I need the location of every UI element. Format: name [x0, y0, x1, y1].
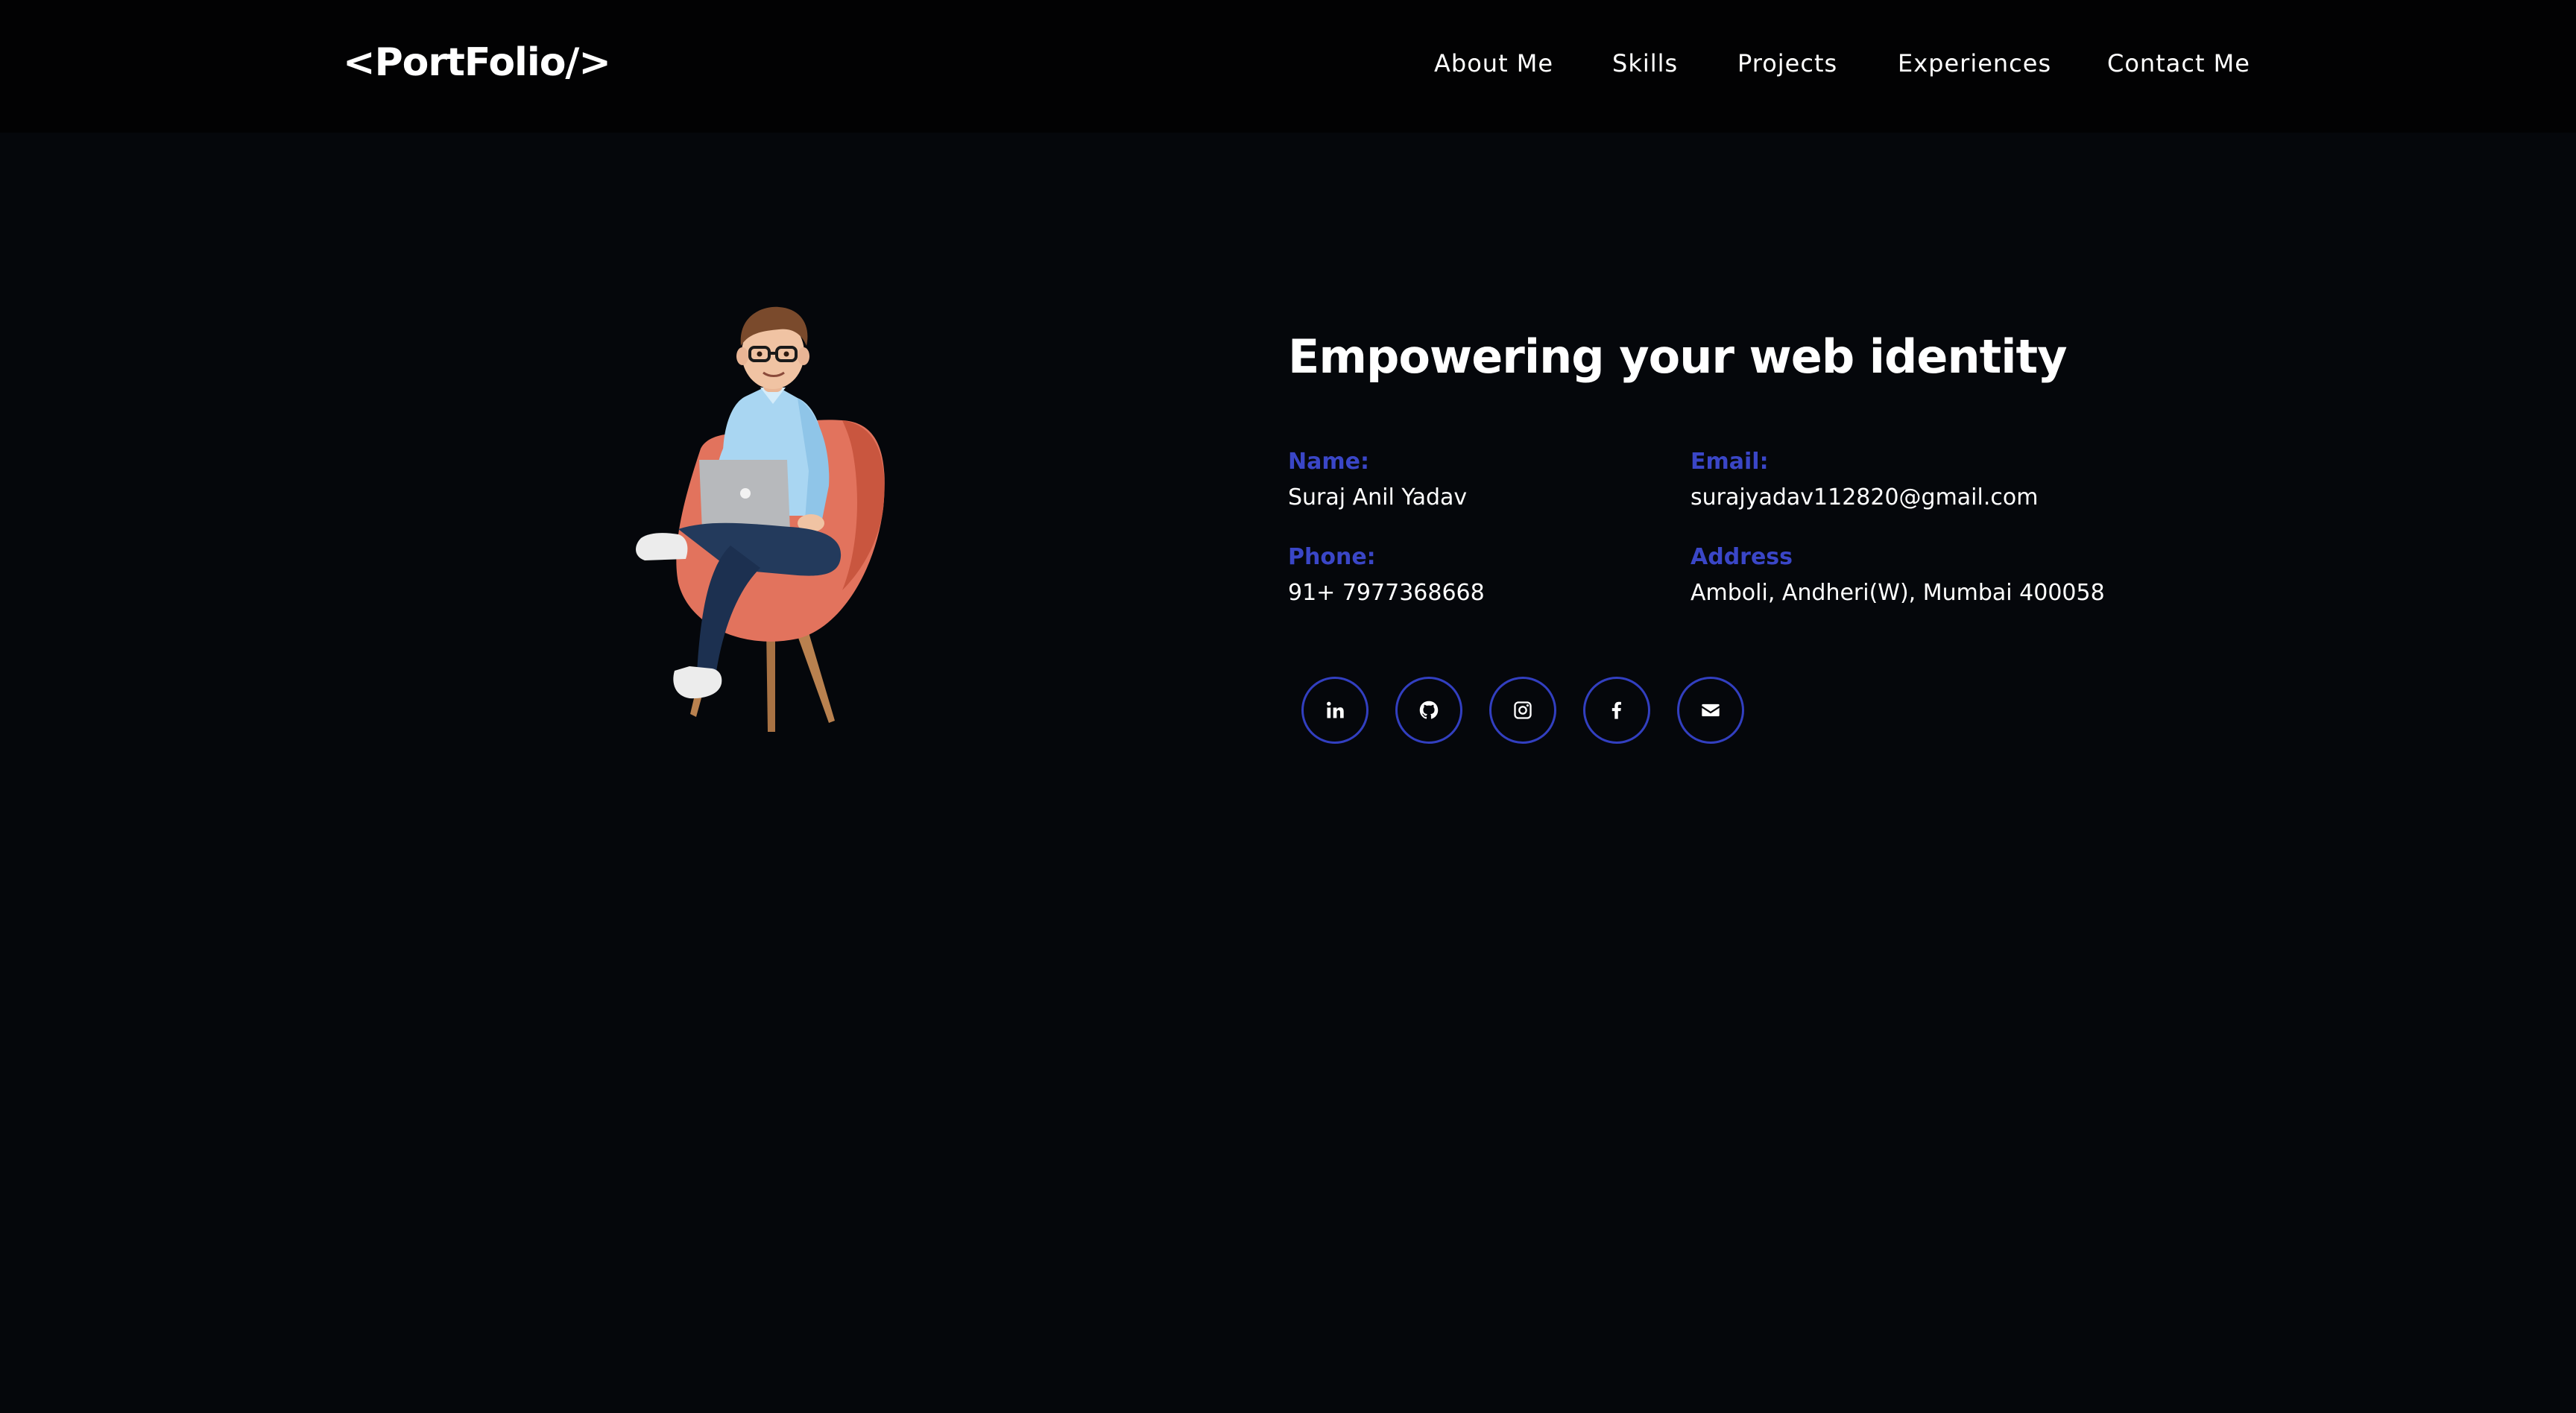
name-label: Name:: [1288, 449, 1369, 475]
logo[interactable]: <PortFolio/>: [343, 40, 611, 85]
facebook-button[interactable]: [1583, 677, 1650, 744]
name-value: Suraj Anil Yadav: [1288, 484, 1468, 510]
facebook-icon: [1611, 701, 1621, 719]
contact-section: [0, 133, 2576, 1413]
github-icon: [1419, 701, 1439, 719]
person-in-chair-illustration: [636, 306, 885, 732]
instagram-icon: [1514, 701, 1532, 719]
email-value[interactable]: surajyadav112820@gmail.com: [1690, 484, 2038, 510]
address-label: Address: [1690, 544, 1793, 570]
nav-about-me[interactable]: About Me: [1434, 49, 1553, 78]
instagram-button[interactable]: [1489, 677, 1556, 744]
github-button[interactable]: [1395, 677, 1462, 744]
nav-experiences[interactable]: Experiences: [1898, 49, 2051, 78]
phone-label: Phone:: [1288, 544, 1376, 570]
mail-icon: [1702, 704, 1720, 717]
avatar-illustration: [619, 300, 917, 747]
phone-value[interactable]: 91+ 7977368668: [1288, 580, 1485, 606]
linkedin-icon: [1327, 701, 1344, 718]
nav-contact-me[interactable]: Contact Me: [2107, 49, 2250, 78]
mail-button[interactable]: [1677, 677, 1744, 744]
contact-headline: Empowering your web identity: [1288, 329, 2068, 384]
nav-projects[interactable]: Projects: [1737, 49, 1837, 78]
navbar: <PortFolio/> About Me Skills Projects Ex…: [0, 0, 2576, 133]
email-label: Email:: [1690, 449, 1769, 475]
nav-skills[interactable]: Skills: [1612, 49, 1678, 78]
address-value: Amboli, Andheri(W), Mumbai 400058: [1690, 580, 2105, 606]
linkedin-button[interactable]: [1301, 677, 1368, 744]
